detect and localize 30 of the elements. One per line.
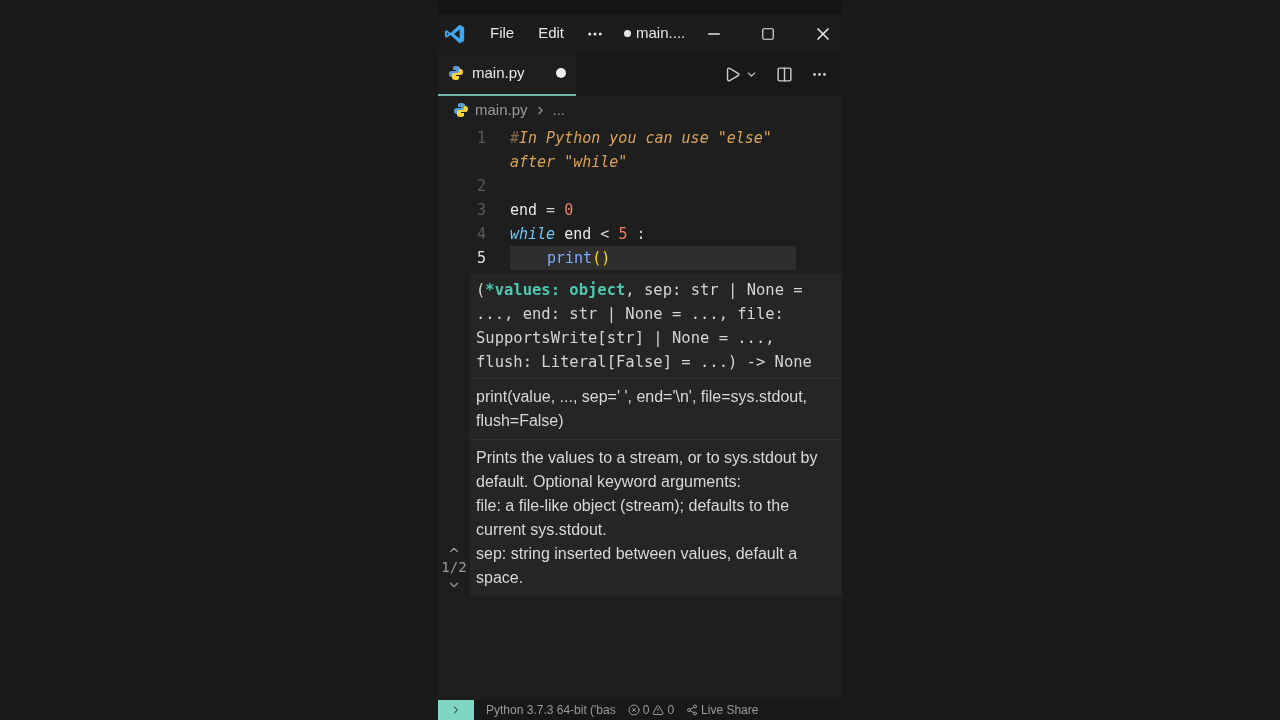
error-icon — [627, 704, 640, 716]
window-title: main.... — [636, 23, 686, 44]
python-icon — [453, 102, 469, 118]
line-number: 4 — [475, 224, 487, 245]
editor-logo-icon — [444, 22, 466, 45]
doc-signature: print(value, ..., sep=' ', end='\n', file=sys.stdout, flush=False) — [476, 387, 809, 431]
split-editor-icon[interactable] — [776, 65, 793, 83]
line-number: 1 — [475, 128, 487, 149]
function-signature: (*values: object, sep: str | None = ..., end: str | None = ..., file: SupportsWrite[str] | None = ..., flush: Literal[False] = ...) -> None — [476, 280, 813, 373]
maximize-icon[interactable] — [761, 26, 776, 41]
live-share-label[interactable]: Live Share — [701, 701, 759, 719]
doc-description: sep: string inserted between values, default a space. — [476, 544, 799, 588]
interpreter-label[interactable]: Python 3.7.3 64-bit ('bas — [486, 701, 616, 719]
line-number: 3 — [475, 200, 487, 221]
line-number: 5 — [475, 248, 487, 269]
breadcrumb-item[interactable]: ... — [552, 98, 566, 122]
warning-icon — [652, 704, 665, 716]
breadcrumb-item[interactable]: main.py — [475, 98, 528, 122]
share-icon — [686, 704, 699, 716]
line-number: 2 — [475, 176, 487, 197]
editor-tab[interactable]: main.py — [438, 52, 576, 96]
warning-count[interactable]: 0 — [667, 701, 675, 719]
doc-description: file: a file-like object (stream); defaults to the current sys.stdout. — [476, 496, 791, 540]
run-icon[interactable] — [724, 65, 741, 83]
doc-description: Prints the values to a stream, or to sys.stdout by default. Optional keyword arguments: — [476, 448, 819, 492]
menu-item[interactable]: File — [490, 22, 515, 45]
error-count[interactable]: 0 — [642, 701, 650, 719]
python-icon — [448, 65, 464, 81]
menu-item[interactable]: Edit — [538, 22, 565, 45]
overload-counter: 1/2 — [441, 558, 467, 577]
